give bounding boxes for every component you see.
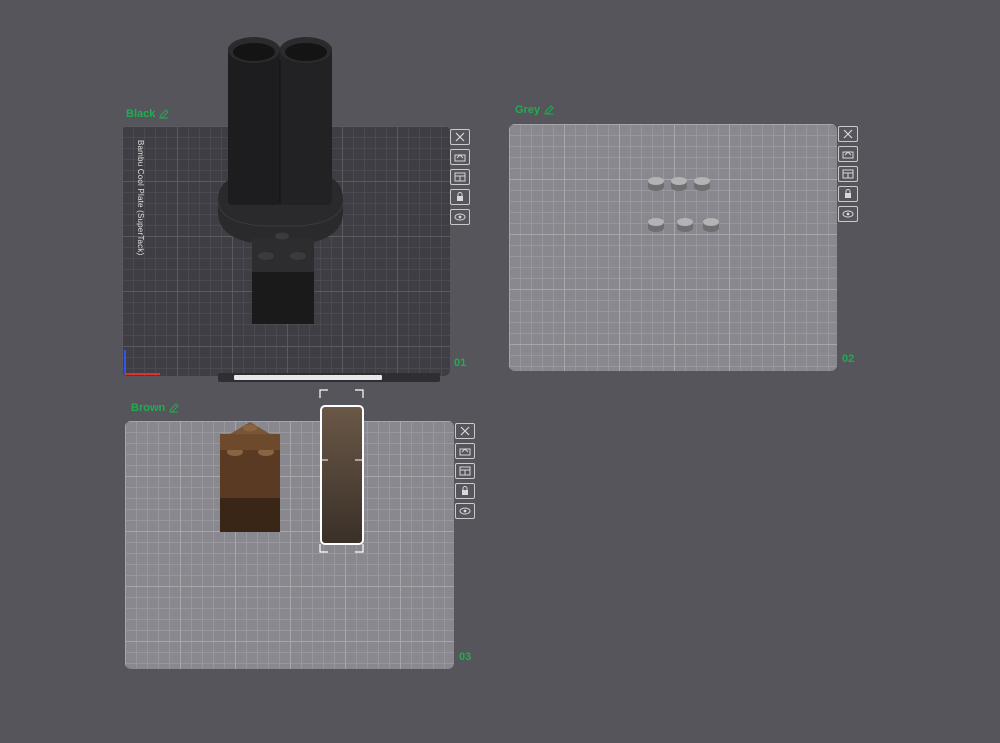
selected-brown-object[interactable] [320, 405, 364, 545]
grey-stud-top [671, 177, 687, 185]
scene-objects [124, 37, 719, 553]
brown-brick-model[interactable] [220, 422, 280, 532]
grey-stud-top [694, 177, 710, 185]
grey-stud-top [648, 218, 664, 226]
grey-stud-top [677, 218, 693, 226]
grey-stud-models[interactable] [648, 177, 719, 232]
axis-gizmo [124, 350, 160, 375]
grey-stud-top [703, 218, 719, 226]
black-brick-model[interactable] [252, 232, 314, 325]
black-tube-model[interactable] [217, 37, 344, 244]
grey-stud-top [648, 177, 664, 185]
